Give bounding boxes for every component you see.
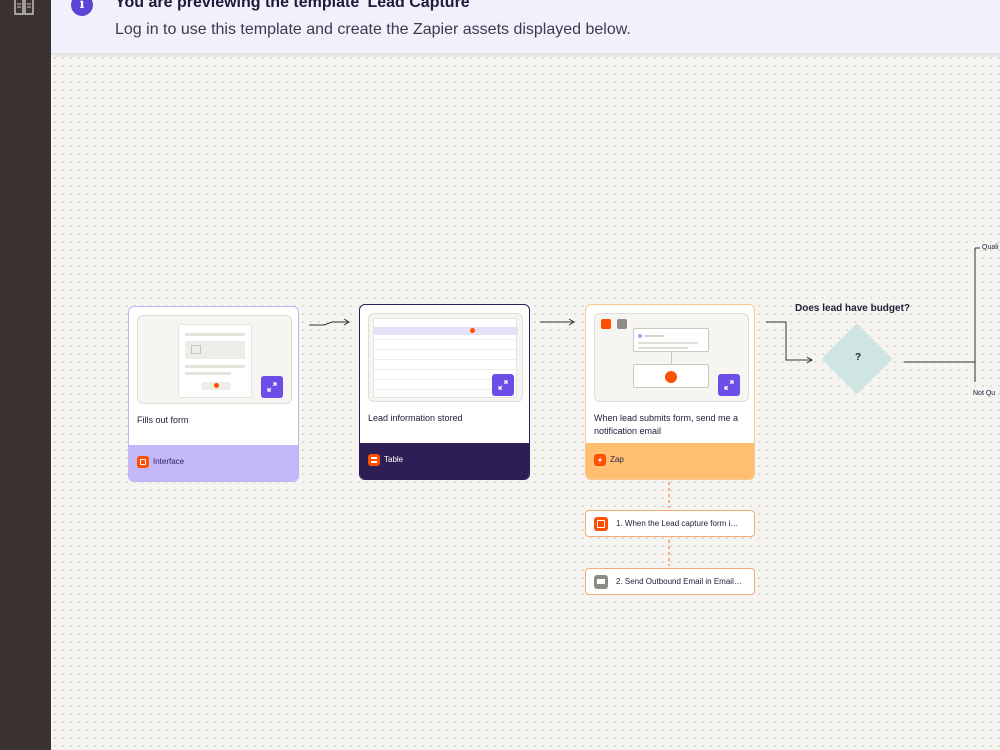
expand-icon <box>498 380 508 390</box>
step-label: 2. Send Outbound Email in Email… <box>616 577 742 586</box>
card-type-label: Interface <box>153 457 185 466</box>
expand-icon <box>724 380 734 390</box>
card-label: Fills out form <box>137 415 189 425</box>
interface-card[interactable]: Fills out form Interface <box>128 306 299 482</box>
table-icon <box>368 454 380 466</box>
decision-symbol: ? <box>854 352 862 363</box>
branch-label-not-qualified: Not Qu <box>973 390 996 397</box>
zap-icon <box>594 454 606 466</box>
step-label: 1. When the Lead capture form i… <box>616 519 739 528</box>
zap-card[interactable]: When lead submits form, send me a notifi… <box>585 304 755 480</box>
card-footer: Interface <box>129 445 298 481</box>
interface-icon <box>601 319 611 329</box>
interface-icon <box>594 517 608 531</box>
zap-step-action[interactable]: 2. Send Outbound Email in Email… <box>585 568 755 595</box>
card-label: When lead submits form, send me a notifi… <box>594 413 739 436</box>
card-type-label: Zap <box>610 455 624 464</box>
expand-button[interactable] <box>492 374 514 396</box>
card-footer: Table <box>360 443 529 479</box>
expand-icon <box>267 382 277 392</box>
email-icon <box>617 319 627 329</box>
email-icon <box>594 575 608 589</box>
interface-icon <box>137 456 149 468</box>
branch-label-qualified: Quali <box>982 244 999 251</box>
card-type-label: Table <box>384 455 404 464</box>
expand-button[interactable] <box>261 376 283 398</box>
expand-button[interactable] <box>718 374 740 396</box>
decision-title: Does lead have budget? <box>795 303 911 314</box>
card-footer: Zap <box>586 443 754 479</box>
card-label: Lead information stored <box>368 413 463 423</box>
table-card[interactable]: Lead information stored Table <box>359 304 530 480</box>
zap-step-trigger[interactable]: 1. When the Lead capture form i… <box>585 510 755 537</box>
